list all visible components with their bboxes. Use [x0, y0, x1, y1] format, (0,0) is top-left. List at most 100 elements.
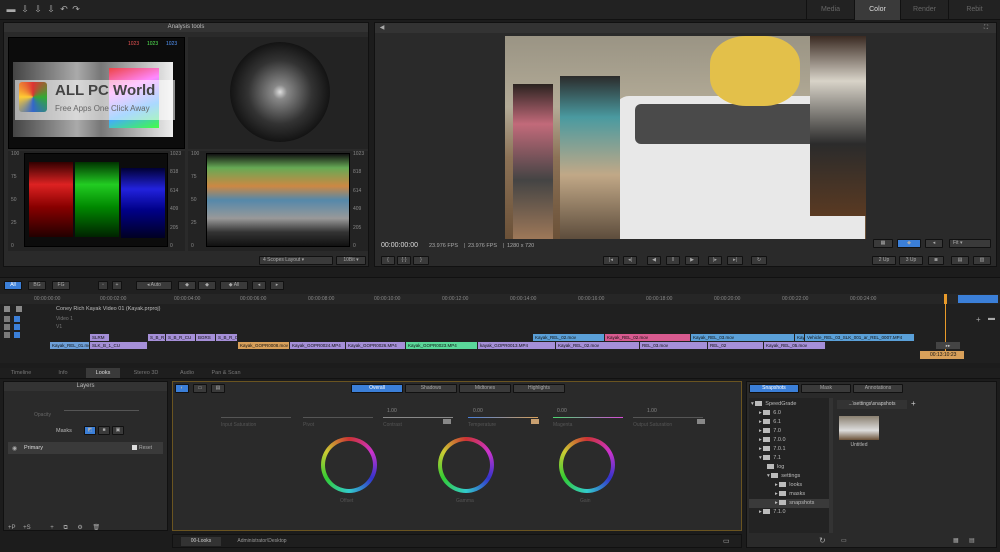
tab-snapshots[interactable]: Snapshots [749, 384, 799, 393]
playhead-marker[interactable] [944, 294, 947, 304]
tree-item[interactable]: ▸ 7.0 [749, 427, 781, 436]
filter-bg-tab[interactable]: BG [28, 281, 46, 290]
next-frame-button[interactable]: |▸ [708, 256, 722, 265]
timeline-clip[interactable]: BGRS [196, 334, 216, 341]
timeline-clip[interactable]: Kayak_REL_03.mov [691, 334, 795, 341]
tree-item[interactable]: ▸ 7.1.0 [749, 508, 786, 517]
tree-item[interactable]: ▸ 6.0 [749, 409, 781, 418]
timeline-clip[interactable]: SLK_B_1_CU [90, 342, 148, 349]
refresh-icon[interactable]: ↻ [819, 536, 826, 545]
settings-icon[interactable]: ⚙ [77, 525, 82, 531]
lock-icon[interactable] [14, 324, 20, 330]
list-view-icon[interactable]: ▤ [969, 537, 975, 544]
keyframe-next-button[interactable]: ◆ [198, 281, 216, 290]
grid-button[interactable]: ▥ [973, 256, 991, 265]
auto-button[interactable]: ◂ Auto [136, 281, 172, 290]
lock-icon[interactable] [14, 332, 20, 338]
tab-rebit[interactable]: Rebit [948, 0, 1000, 20]
opacity-slider[interactable] [64, 410, 139, 411]
two-up-button[interactable]: 2 Up [872, 256, 896, 265]
timeline-clip[interactable]: Kayak_REL_01.mov [50, 342, 90, 349]
timeline-clip[interactable]: REL_03.mov [640, 342, 708, 349]
new-project-icon[interactable]: ▬ [6, 4, 16, 14]
layer-row-primary[interactable]: ◉ Primary Reset [8, 442, 163, 454]
timeline-clip[interactable]: S_B_R_CU [216, 334, 238, 341]
timeline-clip[interactable]: SLRM [90, 334, 110, 341]
reset-icon[interactable] [132, 445, 137, 450]
timeline-clip[interactable]: Kayak_REL_02.mov [556, 342, 640, 349]
tab-mask[interactable]: Mask [801, 384, 851, 393]
tree-item[interactable]: ▸ looks [749, 481, 802, 490]
timeline-clip[interactable]: S_B_R_CU [166, 334, 196, 341]
panel-icon[interactable]: ▭ [841, 537, 847, 544]
tab-pan-scan[interactable]: Pan & Scan [206, 368, 246, 378]
timeline-clip[interactable]: S_B_R_CU [148, 334, 166, 341]
path-tab[interactable]: Administrator\Desktop [227, 537, 297, 546]
prev-frame-button[interactable]: ◂| [623, 256, 637, 265]
add-track-icon[interactable]: + [112, 281, 122, 290]
add-secondary-icon[interactable]: +S [23, 525, 31, 531]
add-track-plus-icon[interactable]: + [976, 315, 981, 324]
add-tab-icon[interactable]: + [911, 399, 916, 408]
timeline-clip[interactable]: REL_02 [708, 342, 764, 349]
timeline-ruler[interactable]: 00:00:00:00 00:00:02:00 00:00:04:00 00:0… [0, 294, 1000, 304]
timeline-clip[interactable]: Kayak_REL_05.mov [764, 342, 826, 349]
go-start-button[interactable]: |◂ [603, 256, 619, 265]
fullscreen-icon[interactable]: ⛶ [981, 23, 991, 33]
tab-overall[interactable]: Overall [351, 384, 403, 393]
timeline-clip[interactable]: kayak_GOPR0013.MP4 [478, 342, 556, 349]
snapshot-path-tab[interactable]: ...\settings\snapshots [837, 400, 907, 409]
tree-item[interactable]: ▸ 7.0.0 [749, 436, 786, 445]
timeline-clip[interactable]: Kayak_REL_02.mov [533, 334, 605, 341]
timeline-clip[interactable]: Kayak_GOPR0008.mov [238, 342, 290, 349]
pause-button[interactable]: ‖ [666, 256, 680, 265]
mask-icon[interactable]: ▣ [112, 426, 124, 435]
go-end-button[interactable]: ▸| [727, 256, 743, 265]
tree-item[interactable]: ▾ 7.1 [749, 454, 781, 463]
grid-view-icon[interactable]: ▦ [953, 537, 959, 544]
eye-icon[interactable]: ◉ [12, 445, 17, 452]
offset-wheel[interactable] [321, 437, 377, 493]
tree-item[interactable]: ▸ masks [749, 490, 805, 499]
magenta-slider[interactable] [553, 417, 623, 418]
track-lock-icon[interactable] [16, 306, 22, 312]
snapshot-thumbnail[interactable] [839, 416, 879, 440]
undo-icon[interactable]: ↶ [59, 4, 69, 14]
tab-color[interactable]: Color [854, 0, 900, 20]
scope-layout-select[interactable]: 4 Scopes Layout ▾ [259, 256, 333, 265]
eye-icon[interactable] [4, 332, 10, 338]
tab-midtones[interactable]: Midtones [459, 384, 511, 393]
tab-stereo[interactable]: Stereo 3D [126, 368, 166, 378]
curve-icon[interactable]: ▭ [193, 384, 207, 393]
add-primary-icon[interactable]: +P [8, 525, 15, 531]
next-button[interactable]: ▸ [270, 281, 284, 290]
tab-annotations[interactable]: Annotations [853, 384, 903, 393]
snapshot-button[interactable]: ◙ [928, 256, 944, 265]
three-up-button[interactable]: 3 Up [899, 256, 923, 265]
end-clip[interactable]: ▸▸ [936, 342, 960, 349]
mask-icon[interactable]: ◩ [84, 426, 96, 435]
contrast-slider[interactable] [383, 417, 453, 418]
color-picker-button[interactable]: ◆ [897, 239, 921, 248]
play-button[interactable]: ▶ [685, 256, 699, 265]
track-toggle-icon[interactable] [4, 306, 10, 312]
tree-item[interactable]: ▾ settings [749, 472, 800, 481]
timeline-clip[interactable]: Kayak_REL_03.mov [795, 334, 805, 341]
play-reverse-button[interactable]: ◀ [647, 256, 661, 265]
add-icon[interactable]: + [50, 525, 54, 531]
tree-item[interactable]: log [749, 463, 784, 472]
mark-in-icon[interactable]: { [381, 256, 395, 265]
open-icon[interactable]: ⇩ [20, 4, 30, 14]
lock-icon[interactable] [14, 316, 20, 322]
panel-icon[interactable]: ▤ [211, 384, 225, 393]
tab-timeline[interactable]: Timeline [4, 368, 38, 378]
looks-tab[interactable]: 00-Looks [181, 537, 221, 546]
tree-item[interactable]: ▸ 7.0.1 [749, 445, 786, 454]
gamma-wheel[interactable] [438, 437, 494, 493]
collapse-icon[interactable]: ◀ [377, 23, 387, 33]
zoom-select[interactable]: Fit ▾ [949, 239, 991, 248]
tree-item[interactable]: ▾ SpeedGrade [749, 400, 797, 409]
tab-audio[interactable]: Audio [172, 368, 202, 378]
split-view-button[interactable]: ▦ [873, 239, 893, 248]
pivot-slider[interactable] [303, 417, 373, 418]
